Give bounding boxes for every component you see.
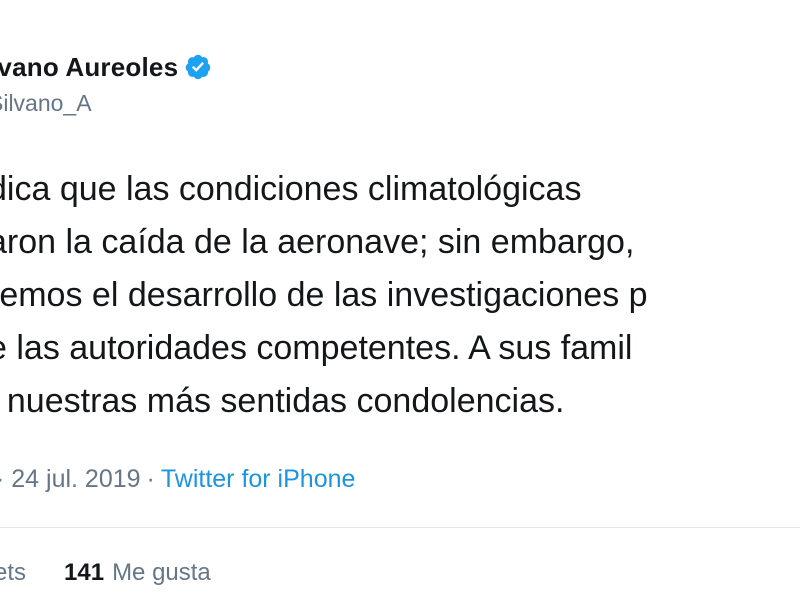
handle-text: Silvano_A [0, 90, 92, 116]
tweet-meta: · 24 jul. 2019 · Twitter for iPhone [0, 465, 355, 494]
author-name-row: lvano Aureoles [0, 50, 212, 84]
author-name[interactable]: lvano Aureoles [0, 52, 178, 83]
divider [0, 527, 800, 528]
meta-separator: · [146, 465, 155, 493]
tweet-source-link[interactable]: Twitter for iPhone [161, 465, 356, 494]
tweet-card: lvano Aureoles Silvano_A dica que las co… [0, 0, 800, 600]
tweet-text: dica que las condiciones climatológicas … [0, 163, 800, 428]
verified-badge-icon [185, 54, 211, 80]
tweet-line: e las autoridades competentes. A sus fam… [0, 329, 633, 367]
retweets-label[interactable]: ets [0, 559, 26, 587]
likes-label[interactable]: Me gusta [112, 559, 211, 587]
tweet-stats: ets 141 Me gusta [0, 559, 211, 587]
tweet-line: , nuestras más sentidas condolencias. [0, 382, 565, 420]
tweet-line: aron la caída de la aeronave; sin embarg… [0, 223, 635, 261]
author-handle[interactable]: Silvano_A [0, 90, 92, 117]
tweet-date[interactable]: · 24 jul. 2019 [0, 465, 141, 494]
tweet-line: dica que las condiciones climatológicas [0, 170, 582, 208]
tweet-line: remos el desarrollo de las investigacion… [0, 276, 648, 314]
likes-count[interactable]: 141 [64, 559, 104, 587]
